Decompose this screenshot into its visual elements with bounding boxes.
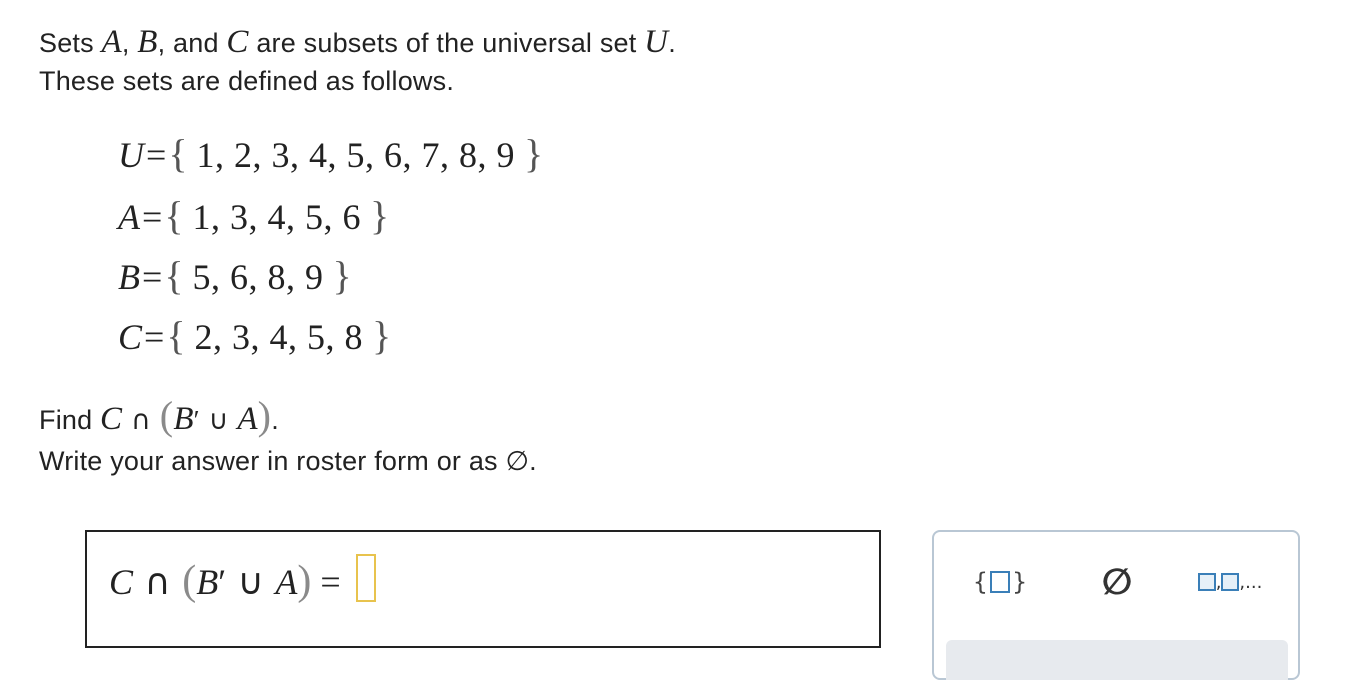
set-name: A: [118, 197, 140, 237]
intersect-operator: ∩: [122, 405, 160, 436]
close-brace: }: [372, 313, 392, 358]
set-symbol-c: C: [100, 401, 123, 437]
close-brace: }: [370, 193, 390, 238]
close-brace: }: [332, 253, 352, 298]
equals-sign: =: [311, 562, 350, 602]
set-braces-button[interactable]: {}: [970, 560, 1030, 604]
set-elements: 1, 3, 4, 5, 6: [192, 197, 362, 237]
close-brace-icon: }: [1012, 568, 1028, 596]
set-symbol-b: B: [173, 401, 194, 437]
set-definition-c: C={ 2, 3, 4, 5, 8 }: [118, 312, 391, 359]
instruction: Write your answer in roster form or as ∅…: [39, 446, 537, 477]
instruction-text: Write your answer in roster form or as: [39, 446, 506, 476]
set-definition-a: A={ 1, 3, 4, 5, 6 }: [118, 192, 389, 239]
open-brace: {: [164, 193, 184, 238]
empty-set-symbol: ∅: [505, 446, 530, 477]
set-symbol-a: A: [237, 401, 258, 437]
equals-sign: =: [146, 135, 167, 175]
set-definition-u: U={ 1, 2, 3, 4, 5, 6, 7, 8, 9 }: [118, 130, 543, 177]
intro-line-2: These sets are defined as follows.: [39, 66, 455, 96]
answer-expression: C ∩ (B′ ∪ A) =: [109, 554, 376, 605]
placeholder-box-icon: [990, 571, 1010, 593]
set-symbol-a: A: [101, 24, 122, 60]
palette-action-bar: [946, 640, 1288, 680]
find-prompt: Find C ∩ (B′ ∪ A).: [39, 392, 279, 439]
set-symbol-c: C: [226, 24, 249, 60]
open-brace-icon: {: [972, 568, 988, 596]
instruction-text: .: [529, 446, 537, 476]
complement-prime: ′: [218, 562, 227, 602]
intro-text: Sets: [39, 28, 102, 58]
math-palette: {} ∅ ,,...: [932, 530, 1300, 680]
equals-sign: =: [142, 197, 163, 237]
set-elements: 5, 6, 8, 9: [192, 257, 324, 297]
empty-set-button[interactable]: ∅: [1094, 560, 1140, 604]
set-symbol-u: U: [644, 24, 669, 60]
set-name: B: [118, 257, 140, 297]
close-paren: ): [297, 558, 312, 604]
open-brace: {: [168, 131, 188, 176]
find-text: .: [271, 405, 279, 435]
answer-box: C ∩ (B′ ∪ A) =: [85, 530, 881, 648]
intro-text: , and: [157, 28, 227, 58]
placeholder-box-icon: [1197, 573, 1216, 591]
close-brace: }: [524, 131, 544, 176]
set-name: U: [118, 135, 144, 175]
find-text: Find: [39, 405, 101, 435]
intro-line-1: Sets A, B, and C are subsets of the univ…: [39, 24, 676, 61]
equals-sign: =: [142, 257, 163, 297]
set-symbol-b: B: [137, 24, 158, 60]
set-symbol-b: B: [196, 562, 219, 602]
intersect-operator: ∩: [133, 562, 183, 603]
intro-text: .: [668, 28, 676, 58]
open-paren: (: [159, 393, 174, 438]
union-operator: ∪: [226, 562, 276, 603]
set-elements: 1, 2, 3, 4, 5, 6, 7, 8, 9: [196, 135, 516, 175]
empty-set-icon: ∅: [1101, 561, 1133, 603]
set-definition-b: B={ 5, 6, 8, 9 }: [118, 252, 352, 299]
close-paren: ): [257, 393, 272, 438]
set-symbol-c: C: [109, 562, 134, 602]
equals-sign: =: [144, 317, 165, 357]
answer-input[interactable]: [355, 554, 376, 602]
open-brace: {: [164, 253, 184, 298]
open-brace: {: [166, 313, 186, 358]
open-paren: (: [182, 558, 197, 604]
intro-text: ,: [121, 28, 138, 58]
list-elements-button[interactable]: ,,...: [1190, 560, 1270, 604]
set-name: C: [118, 317, 143, 357]
set-symbol-a: A: [275, 562, 298, 602]
placeholder-box-icon: [1221, 573, 1240, 591]
union-operator: ∪: [199, 405, 238, 436]
intro-text: are subsets of the universal set: [248, 28, 645, 58]
ellipsis-icon: ,...: [1239, 571, 1263, 593]
set-elements: 2, 3, 4, 5, 8: [194, 317, 364, 357]
